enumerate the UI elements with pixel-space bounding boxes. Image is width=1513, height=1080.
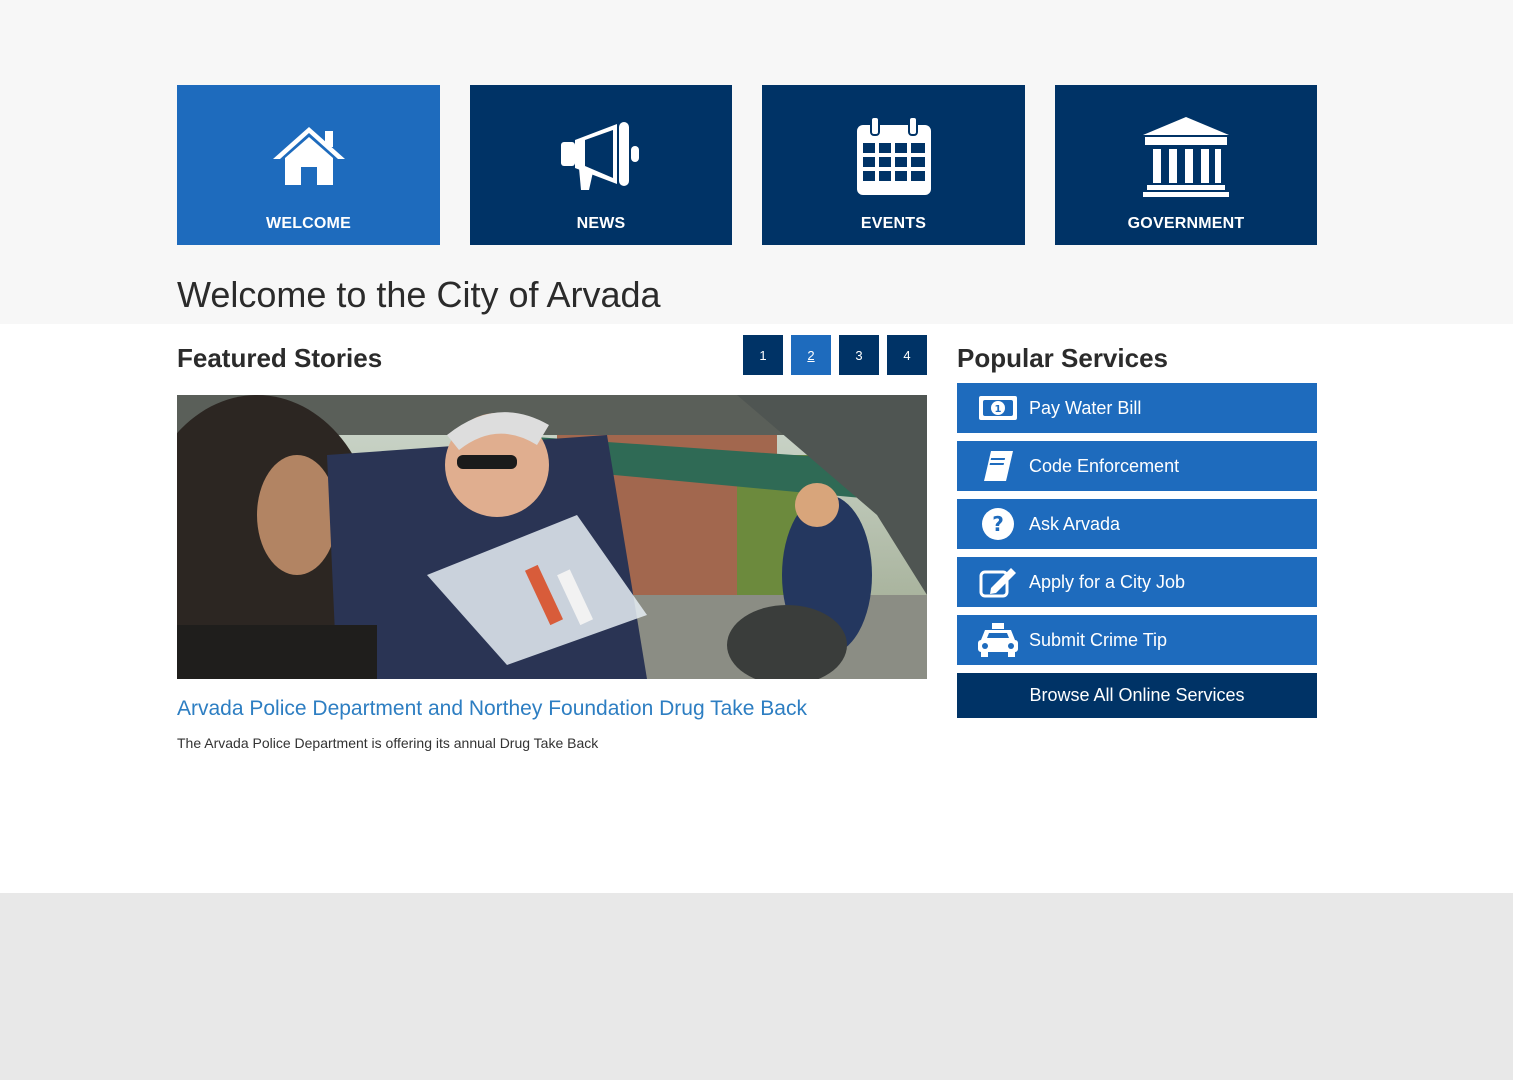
service-apply-city-job[interactable]: Apply for a City Job bbox=[957, 557, 1317, 607]
question-circle-icon: ? bbox=[977, 507, 1019, 541]
tile-label: NEWS bbox=[576, 215, 626, 232]
featured-story-image[interactable] bbox=[177, 395, 927, 679]
service-pay-water-bill[interactable]: 1 Pay Water Bill bbox=[957, 383, 1317, 433]
popular-services-heading: Popular Services bbox=[957, 343, 1168, 373]
pager-button-3[interactable]: 3 bbox=[839, 335, 879, 375]
service-label: Pay Water Bill bbox=[1029, 398, 1142, 418]
book-icon bbox=[977, 449, 1019, 483]
svg-text:1: 1 bbox=[995, 404, 1002, 415]
service-ask-arvada[interactable]: ? Ask Arvada bbox=[957, 499, 1317, 549]
service-label: Ask Arvada bbox=[1029, 514, 1121, 534]
money-bill-icon: 1 bbox=[977, 391, 1019, 425]
tile-label: GOVERNMENT bbox=[1127, 215, 1245, 232]
featured-story-title-link[interactable]: Arvada Police Department and Northey Fou… bbox=[177, 697, 807, 721]
featured-story-description: The Arvada Police Department is offering… bbox=[177, 735, 599, 751]
pager-button-2[interactable]: 2 bbox=[791, 335, 831, 375]
calendar-icon bbox=[849, 113, 939, 199]
tile-government[interactable]: GOVERNMENT bbox=[1055, 85, 1317, 245]
megaphone-icon bbox=[556, 113, 646, 199]
pager-button-1[interactable]: 1 bbox=[743, 335, 783, 375]
svg-text:?: ? bbox=[992, 512, 1004, 536]
service-label: Apply for a City Job bbox=[1029, 572, 1186, 592]
service-label: Code Enforcement bbox=[1029, 456, 1180, 476]
edit-icon bbox=[977, 565, 1019, 599]
tile-label: WELCOME bbox=[266, 215, 351, 232]
pager-button-4[interactable]: 4 bbox=[887, 335, 927, 375]
tile-events[interactable]: EVENTS bbox=[762, 85, 1025, 245]
page-title: Welcome to the City of Arvada bbox=[177, 274, 661, 315]
home-icon bbox=[264, 113, 354, 199]
service-code-enforcement[interactable]: Code Enforcement bbox=[957, 441, 1317, 491]
tile-welcome[interactable]: WELCOME bbox=[177, 85, 440, 245]
tile-label: EVENTS bbox=[860, 215, 927, 232]
taxi-icon bbox=[977, 623, 1019, 657]
service-submit-crime-tip[interactable]: Submit Crime Tip bbox=[957, 615, 1317, 665]
footer-band bbox=[0, 893, 1513, 1080]
tile-news[interactable]: NEWS bbox=[470, 85, 732, 245]
featured-stories-heading: Featured Stories bbox=[177, 343, 383, 373]
browse-all-services-button[interactable]: Browse All Online Services bbox=[957, 673, 1317, 718]
government-building-icon bbox=[1141, 113, 1231, 199]
service-label: Submit Crime Tip bbox=[1029, 630, 1168, 650]
